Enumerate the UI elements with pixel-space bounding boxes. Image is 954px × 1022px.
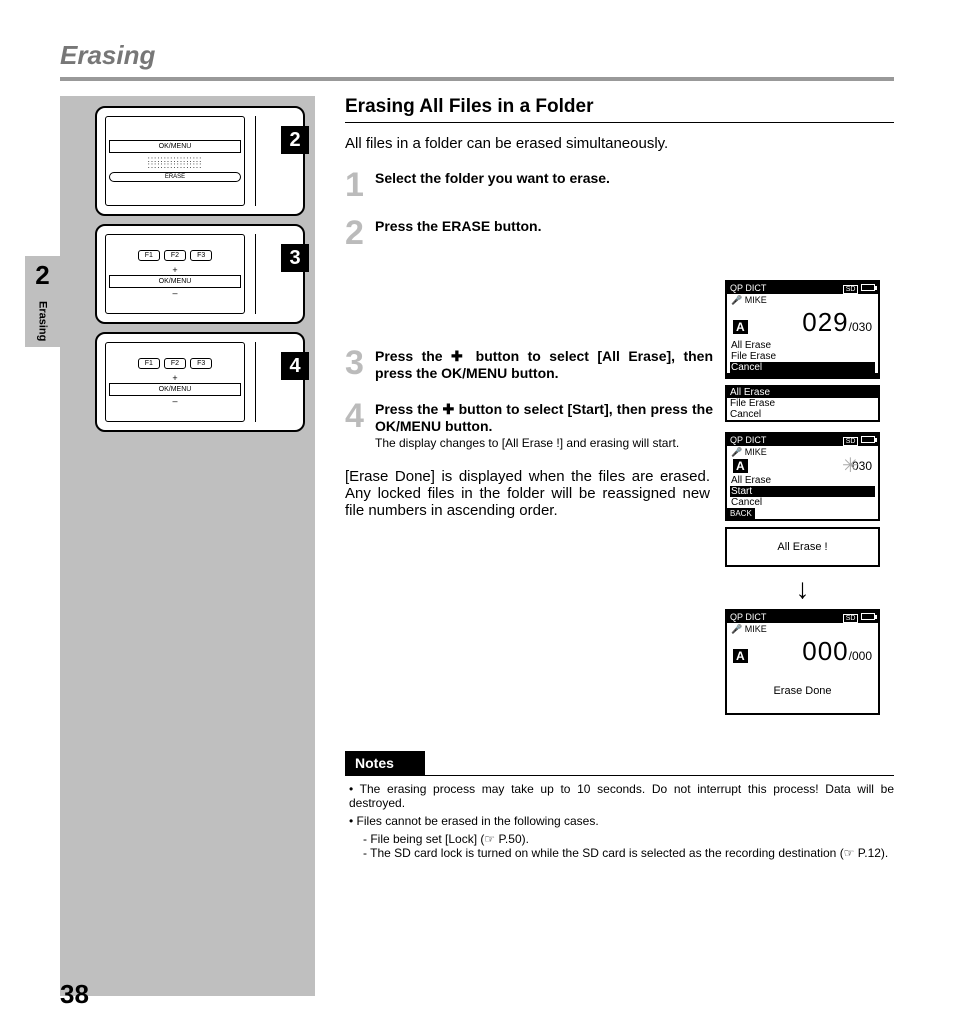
page-number: 38 bbox=[60, 979, 89, 1010]
ok-menu-button-icon: OK/MENU bbox=[109, 275, 241, 288]
lcd-column: QP DICTSD 🎤 MIKE A029/030 All Erase File… bbox=[725, 170, 880, 721]
manual-page: Erasing 2 Erasing OK/MENU ::::::::::::::… bbox=[0, 0, 954, 1022]
note-item: Files cannot be erased in the following … bbox=[349, 814, 894, 828]
chapter-number: 2 bbox=[25, 256, 60, 295]
erase-button-icon: ERASE bbox=[109, 172, 241, 182]
main-column: Erasing All Files in a Folder All files … bbox=[315, 96, 894, 996]
step-badge: 4 bbox=[281, 352, 309, 380]
lcd-screen-5: QP DICTSD 🎤 MIKE A000/000 Erase Done bbox=[725, 609, 880, 715]
step-2: 2 Press the ERASE button. bbox=[345, 218, 713, 248]
grey-sidebar: 2 Erasing OK/MENU ::::::::::::::::::::::… bbox=[60, 96, 315, 996]
device-illustration-2: OK/MENU ::::::::::::::::::::::::::::::::… bbox=[95, 106, 305, 216]
side-tab: 2 Erasing bbox=[25, 256, 60, 347]
lcd-menu-2: All Erase File Erase Cancel bbox=[725, 385, 880, 422]
device-illustration-4: F1 F2 F3 + OK/MENU – 4 bbox=[95, 332, 305, 432]
step-4: 4 Press the ✚ button to select [Start], … bbox=[345, 401, 713, 450]
lcd-erasing: All Erase ! bbox=[725, 527, 880, 567]
ok-menu-button-icon: OK/MENU bbox=[109, 140, 241, 153]
page-header: Erasing bbox=[60, 40, 894, 81]
step-badge: 3 bbox=[281, 244, 309, 272]
step-3: 3 Press the ✚ button to select [All Eras… bbox=[345, 348, 713, 383]
arrow-down-icon: ↓ bbox=[725, 573, 880, 605]
step-1: 1 Select the folder you want to erase. bbox=[345, 170, 713, 200]
header-title: Erasing bbox=[60, 40, 894, 71]
step-badge: 2 bbox=[281, 126, 309, 154]
ok-menu-button-icon: OK/MENU bbox=[109, 383, 241, 396]
device-illustration-3: F1 F2 F3 + OK/MENU – 3 bbox=[95, 224, 305, 324]
chapter-label: Erasing bbox=[37, 301, 49, 341]
lcd-screen-1: QP DICTSD 🎤 MIKE A029/030 All Erase File… bbox=[725, 280, 880, 379]
lcd-screen-3: QP DICTSD 🎤 MIKE A030 All Erase Start Ca… bbox=[725, 432, 880, 521]
section-title: Erasing All Files in a Folder bbox=[345, 96, 894, 123]
result-text: [Erase Done] is displayed when the files… bbox=[345, 468, 710, 519]
content-row: 2 Erasing OK/MENU ::::::::::::::::::::::… bbox=[60, 96, 894, 996]
note-item: The erasing process may take up to 10 se… bbox=[349, 782, 894, 810]
notes-section: Notes The erasing process may take up to… bbox=[345, 751, 894, 860]
intro-text: All files in a folder can be erased simu… bbox=[345, 135, 894, 152]
